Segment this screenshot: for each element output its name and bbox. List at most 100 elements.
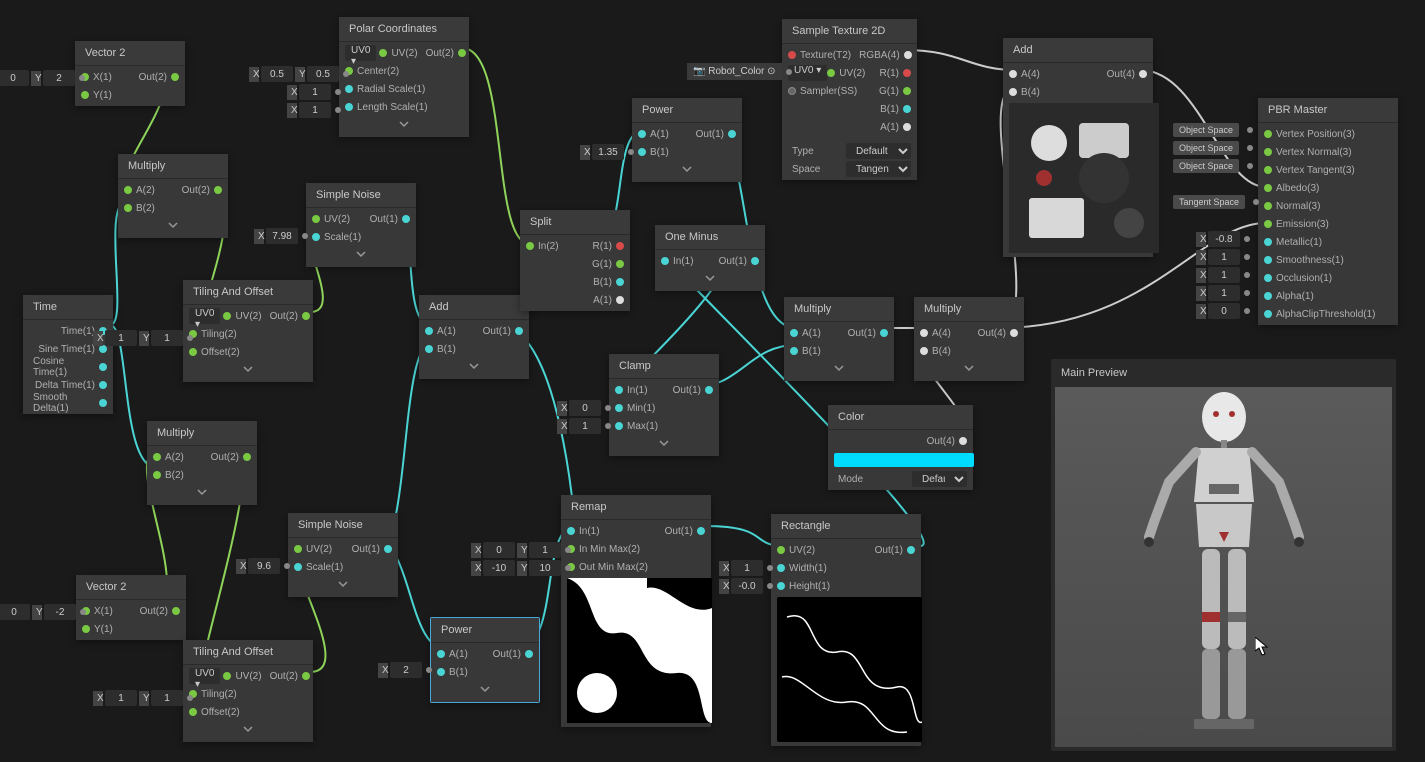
float-input[interactable]: X — [719, 578, 775, 594]
node-title: Simple Noise — [288, 513, 398, 538]
node-title: Add — [1003, 38, 1153, 63]
dd-Type[interactable]: Default — [846, 143, 911, 159]
node-title: Tiling And Offset — [183, 640, 313, 665]
pbr-x-7[interactable] — [1208, 249, 1240, 265]
float-input[interactable]: XY — [249, 66, 351, 82]
pbr-x-8[interactable] — [1208, 267, 1240, 283]
node-title: Time — [23, 295, 113, 320]
node-title: Clamp — [609, 354, 719, 379]
dd-Space[interactable]: Tangent — [846, 161, 911, 177]
float-input[interactable]: X — [378, 662, 434, 678]
node-title: Split — [520, 210, 630, 235]
node-sampletex[interactable]: Sample Texture 2D Texture(T2)RGBA(4)UV0 … — [782, 19, 917, 180]
node-title: Rectangle — [771, 514, 921, 539]
uv-dd[interactable]: UV0 ▾ — [189, 308, 220, 324]
collapse-toggle[interactable] — [914, 360, 1024, 379]
main-preview-title: Main Preview — [1051, 359, 1396, 387]
float-input[interactable]: XY — [93, 690, 195, 706]
collapse-toggle[interactable] — [431, 681, 539, 700]
node-multiply_1[interactable]: MultiplyA(2)Out(2)B(2) — [118, 154, 228, 238]
node-title: Vector 2 — [75, 41, 185, 66]
main-preview-panel[interactable]: Main Preview — [1051, 359, 1396, 751]
node-title: Power — [431, 618, 539, 643]
float-input[interactable]: XY — [0, 70, 87, 86]
node-title: Simple Noise — [306, 183, 416, 208]
add-preview — [1009, 103, 1159, 253]
node-power_1[interactable]: PowerA(1)Out(1)B(1) — [430, 617, 540, 703]
float-input[interactable]: X — [557, 418, 613, 434]
node-title: Vector 2 — [76, 575, 186, 600]
rect-preview — [777, 597, 922, 742]
node-title: Multiply — [914, 297, 1024, 322]
tex-assign[interactable]: 📷 Robot_Color ⊙ — [687, 63, 794, 80]
node-title: Polar Coordinates — [339, 17, 469, 42]
float-input[interactable]: XY — [471, 560, 573, 576]
uv-dd[interactable]: UV0 ▾ — [345, 45, 376, 61]
collapse-toggle[interactable] — [632, 161, 742, 180]
node-multiply_3[interactable]: MultiplyA(1)Out(1)B(1) — [784, 297, 894, 381]
node-add_2[interactable]: AddA(4)Out(4)B(4) — [1003, 38, 1153, 257]
node-title: Remap — [561, 495, 711, 520]
node-title: Multiply — [118, 154, 228, 179]
node-title: Add — [419, 295, 529, 320]
collapse-toggle[interactable] — [609, 435, 719, 454]
pbr-x-10[interactable] — [1208, 303, 1240, 319]
cursor-icon — [1255, 637, 1271, 657]
float-input[interactable]: X — [254, 228, 310, 244]
collapse-toggle[interactable] — [784, 360, 894, 379]
float-input[interactable]: XY — [0, 604, 88, 620]
collapse-toggle[interactable] — [655, 270, 765, 289]
node-split[interactable]: SplitIn(2)R(1)G(1)B(1)A(1) — [520, 210, 630, 311]
node-time[interactable]: TimeTime(1)Sine Time(1)Cosine Time(1)Del… — [23, 295, 113, 414]
collapse-toggle[interactable] — [183, 721, 313, 740]
node-title: Color — [828, 405, 973, 430]
pbr-x-6[interactable] — [1208, 231, 1240, 247]
collapse-toggle[interactable] — [183, 361, 313, 380]
collapse-toggle[interactable] — [419, 358, 529, 377]
node-multiply_2[interactable]: MultiplyA(2)Out(2)B(2) — [147, 421, 257, 505]
float-input[interactable]: X — [287, 102, 343, 118]
uv-dd[interactable]: UV0 ▾ — [189, 668, 220, 684]
node-title: Sample Texture 2D — [782, 19, 917, 44]
node-snoise_1[interactable]: Simple NoiseUV(2)Out(1)Scale(1) — [306, 183, 416, 267]
node-title: Multiply — [147, 421, 257, 446]
node-pbr[interactable]: PBR MasterVertex Position(3)Vertex Norma… — [1258, 98, 1398, 325]
collapse-toggle[interactable] — [118, 217, 228, 236]
node-title: Power — [632, 98, 742, 123]
pbr-x-9[interactable] — [1208, 285, 1240, 301]
node-title: PBR Master — [1258, 98, 1398, 123]
float-input[interactable]: X — [236, 558, 292, 574]
float-input[interactable]: X — [719, 560, 775, 576]
node-tiling_2[interactable]: Tiling And OffsetUV0 ▾UV(2)Out(2)Tiling(… — [183, 640, 313, 742]
node-snoise_2[interactable]: Simple NoiseUV(2)Out(1)Scale(1) — [288, 513, 398, 597]
float-input[interactable]: X — [580, 144, 636, 160]
float-input[interactable]: X — [287, 84, 343, 100]
float-input[interactable]: X — [557, 400, 613, 416]
node-remap[interactable]: RemapIn(1)Out(1)In Min Max(2)Out Min Max… — [561, 495, 711, 727]
node-title: One Minus — [655, 225, 765, 250]
float-input[interactable]: XY — [93, 330, 195, 346]
node-color[interactable]: ColorOut(4)ModeDefault — [828, 405, 973, 490]
color-mode[interactable]: Default — [912, 471, 967, 487]
node-vector2_1[interactable]: Vector 2X(1)Out(2)Y(1) — [75, 41, 185, 106]
node-add_1[interactable]: AddA(1)Out(1)B(1) — [419, 295, 529, 379]
node-tiling_1[interactable]: Tiling And OffsetUV0 ▾UV(2)Out(2)Tiling(… — [183, 280, 313, 382]
remap-preview — [567, 578, 712, 723]
collapse-toggle[interactable] — [306, 246, 416, 265]
collapse-toggle[interactable] — [288, 576, 398, 595]
collapse-toggle[interactable] — [147, 484, 257, 503]
node-rect[interactable]: RectangleUV(2)Out(1)Width(1)Height(1) — [771, 514, 921, 746]
node-title: Multiply — [784, 297, 894, 322]
node-power_2[interactable]: PowerA(1)Out(1)B(1) — [632, 98, 742, 182]
main-preview-viewport[interactable] — [1055, 387, 1392, 747]
collapse-toggle[interactable] — [339, 116, 469, 135]
node-clamp[interactable]: ClampIn(1)Out(1)Min(1)Max(1) — [609, 354, 719, 456]
node-polar[interactable]: Polar CoordinatesUV0 ▾UV(2)Out(2)Center(… — [339, 17, 469, 137]
node-vector2_2[interactable]: Vector 2X(1)Out(2)Y(1) — [76, 575, 186, 640]
float-input[interactable]: XY — [471, 542, 573, 558]
uv-dropdown[interactable]: UV0 ▾ — [788, 65, 827, 81]
node-multiply_4[interactable]: MultiplyA(4)Out(4)B(4) — [914, 297, 1024, 381]
node-title: Tiling And Offset — [183, 280, 313, 305]
color-swatch[interactable] — [834, 453, 974, 467]
node-oneminus[interactable]: One MinusIn(1)Out(1) — [655, 225, 765, 291]
